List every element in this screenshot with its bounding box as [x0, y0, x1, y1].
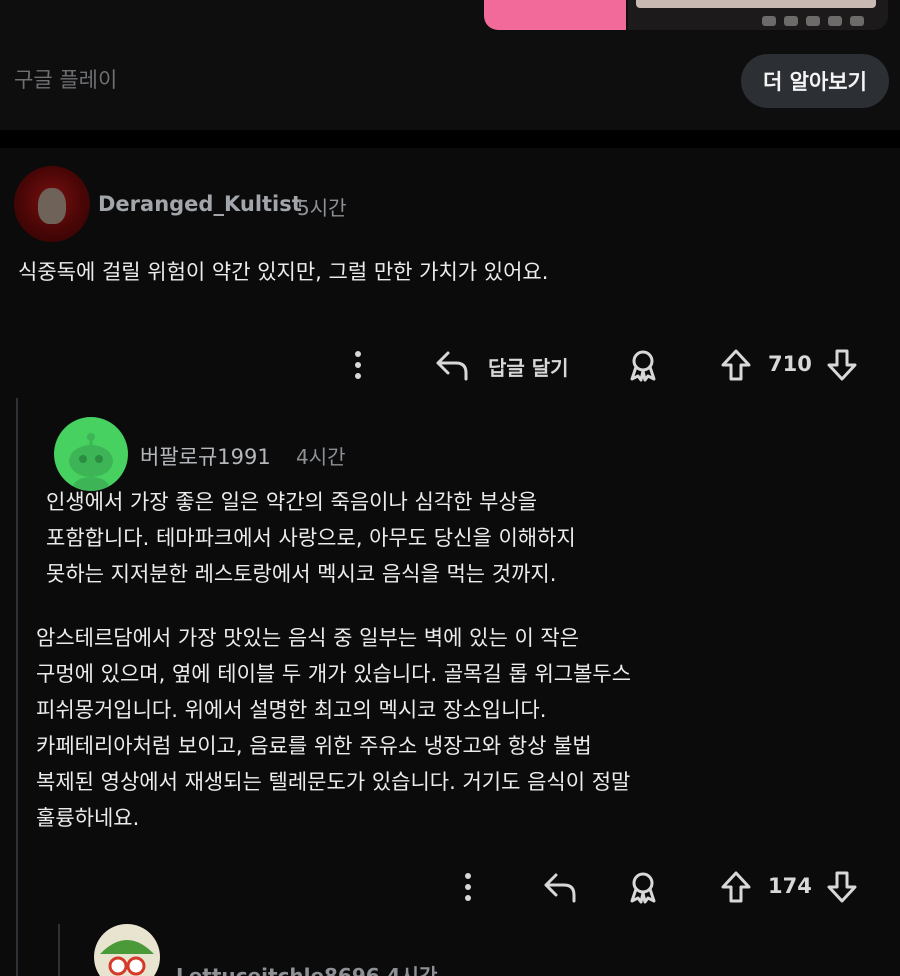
- comment-body: 식중독에 걸릴 위험이 약간 있지만, 그럴 만한 가치가 있어요.: [18, 260, 549, 284]
- comment-body-paragraph: 인생에서 가장 좋은 일은 약간의 죽음이나 심각한 부상을 포함합니다. 테마…: [46, 490, 576, 586]
- downvote-arrow-icon[interactable]: [824, 346, 860, 384]
- comment-username[interactable]: Lettuceitchle8696 4시간: [176, 960, 437, 976]
- reply-arrow-icon[interactable]: [540, 868, 580, 906]
- avatar[interactable]: [54, 417, 128, 491]
- comment-timestamp: 5시간: [297, 196, 347, 220]
- upvote-arrow-icon[interactable]: [718, 868, 754, 906]
- award-icon[interactable]: [624, 868, 662, 906]
- ad-source-label: 구글 플레이: [14, 68, 118, 92]
- reply-arrow-icon[interactable]: [432, 346, 472, 384]
- vote-score: 174: [768, 874, 812, 898]
- thread-line[interactable]: [58, 924, 60, 976]
- reply-button[interactable]: 답글 달기: [488, 352, 569, 381]
- comment-actions: 답글 달기 710: [0, 340, 900, 390]
- section-divider: [0, 130, 900, 148]
- learn-more-button[interactable]: 더 알아보기: [741, 54, 889, 108]
- avatar[interactable]: [14, 166, 90, 242]
- snoo-avatar-icon: [100, 940, 154, 976]
- more-vertical-icon[interactable]: [344, 348, 372, 382]
- comment-username[interactable]: 버팔로규1991: [140, 441, 271, 471]
- ad-image-right: [628, 0, 888, 30]
- award-icon[interactable]: [624, 346, 662, 384]
- comments-screen: 구글 플레이 더 알아보기 Deranged_Kultist 5시간 식중독에 …: [0, 0, 900, 976]
- more-vertical-icon[interactable]: [454, 870, 482, 904]
- upvote-arrow-icon[interactable]: [718, 346, 754, 384]
- avatar[interactable]: [94, 924, 160, 976]
- downvote-arrow-icon[interactable]: [824, 868, 860, 906]
- comment-actions: 174: [0, 862, 900, 912]
- comment-username[interactable]: Deranged_Kultist: [98, 192, 302, 216]
- vote-score: 710: [768, 352, 812, 376]
- snoo-avatar-icon: [69, 433, 113, 491]
- ad-image-left: [484, 0, 626, 30]
- comment-body-paragraph: 암스테르담에서 가장 맛있는 음식 중 일부는 벽에 있는 이 작은 구멍에 있…: [36, 626, 632, 830]
- ad-banner[interactable]: 구글 플레이 더 알아보기: [0, 0, 900, 130]
- comment-timestamp: 4시간: [296, 445, 346, 469]
